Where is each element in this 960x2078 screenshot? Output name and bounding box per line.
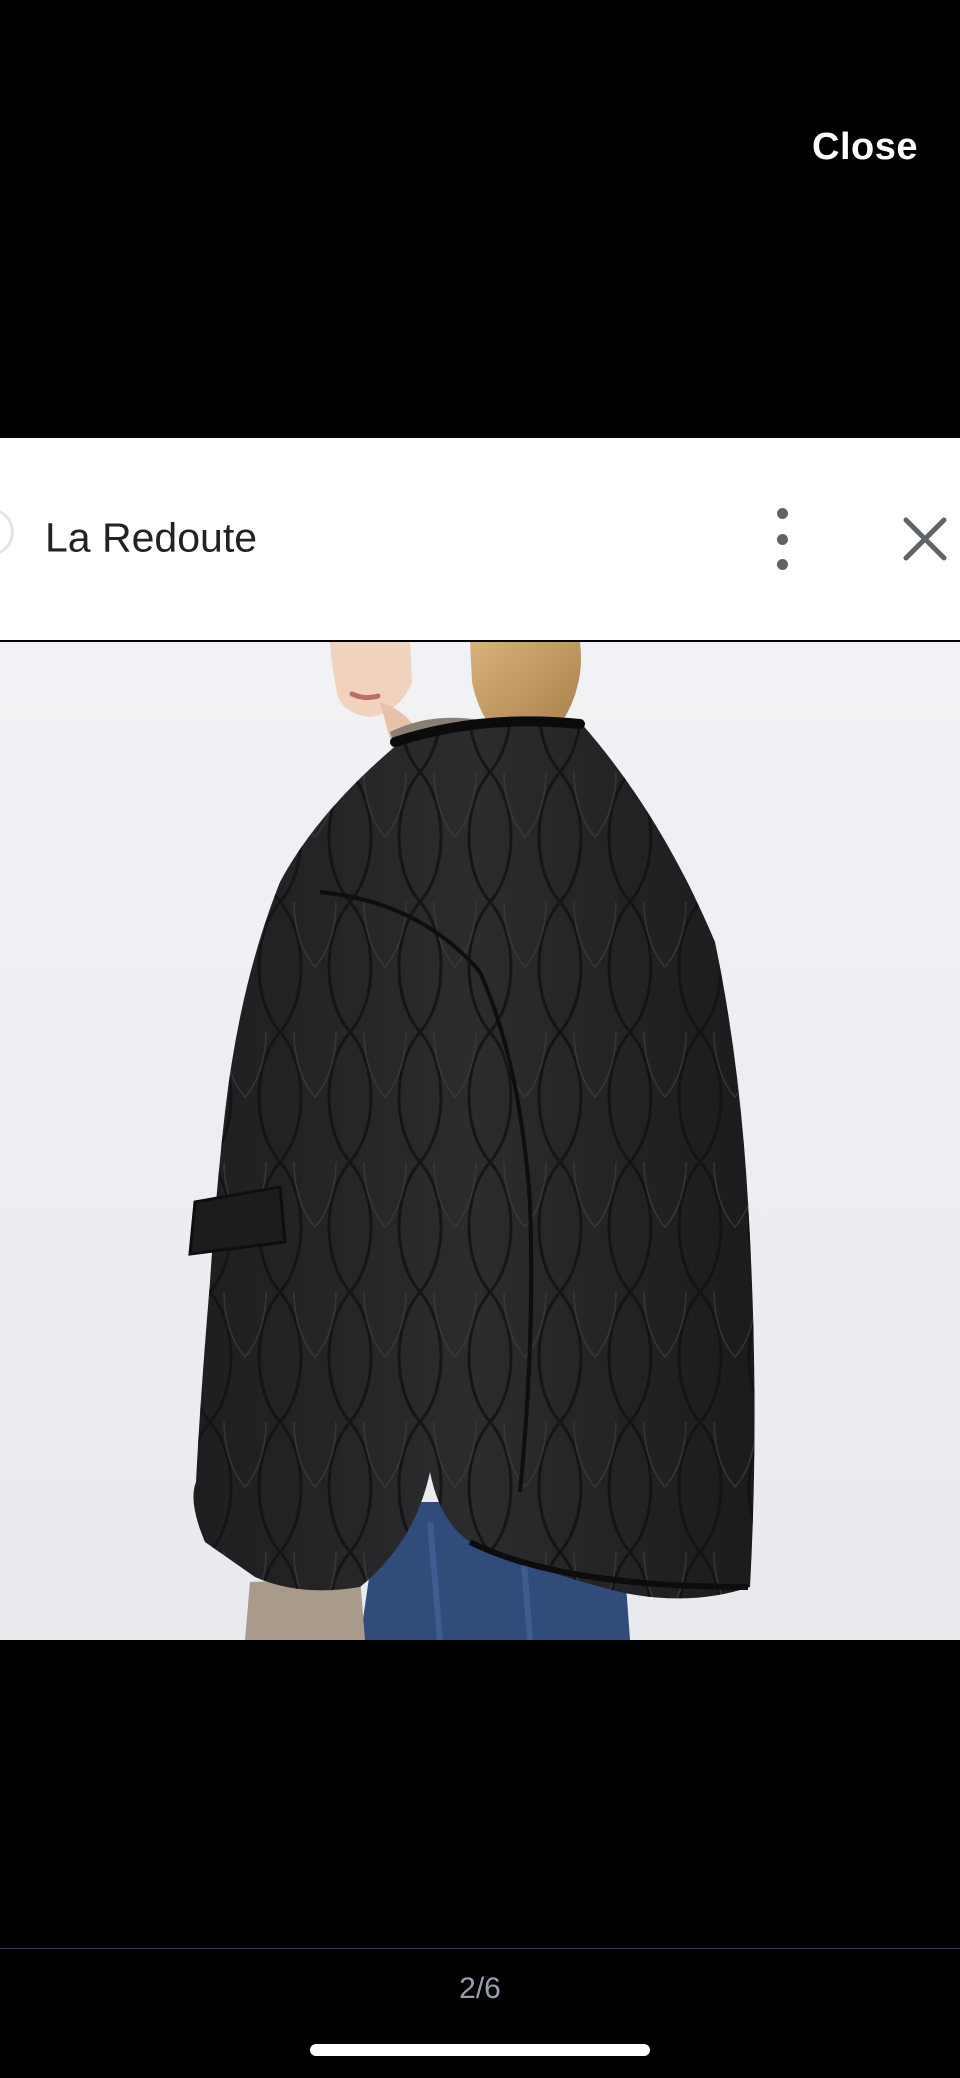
close-viewer-link[interactable]: Close: [812, 126, 918, 169]
page-counter: 2/6: [459, 1972, 501, 2005]
site-name: La Redoute: [45, 514, 258, 561]
product-photo: [0, 642, 960, 1640]
site-header-card: La Redoute: [0, 438, 960, 640]
more-vert-icon[interactable]: [760, 508, 804, 570]
close-icon[interactable]: [900, 514, 950, 564]
jacket-illustration: [0, 642, 960, 1640]
site-favicon: [0, 508, 14, 556]
image-viewer: Close La Redoute 2/6: [0, 0, 960, 2078]
home-indicator[interactable]: [310, 2044, 650, 2056]
divider: [0, 1948, 960, 1949]
